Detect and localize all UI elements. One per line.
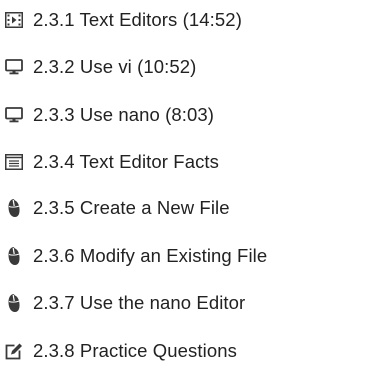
course-item-label: 2.3.5 Create a New File	[33, 197, 230, 218]
course-item-create-new-file[interactable]: 2.3.5 Create a New File	[0, 188, 383, 228]
quiz-icon	[4, 341, 24, 361]
course-item-modify-existing-file[interactable]: 2.3.6 Modify an Existing File	[0, 236, 383, 276]
mouse-icon	[4, 246, 24, 266]
course-item-use-nano-editor[interactable]: 2.3.7 Use the nano Editor	[0, 283, 383, 323]
course-item-label: 2.3.2 Use vi (10:52)	[33, 56, 197, 77]
course-item-use-nano[interactable]: 2.3.3 Use nano (8:03)	[0, 95, 383, 135]
course-item-label: 2.3.7 Use the nano Editor	[33, 292, 246, 313]
course-item-label: 2.3.1 Text Editors (14:52)	[33, 9, 242, 30]
course-item-label: 2.3.3 Use nano (8:03)	[33, 104, 215, 125]
course-item-label: 2.3.6 Modify an Existing File	[33, 245, 268, 266]
course-section-list: 2.3.1 Text Editors (14:52) 2.3.2 Use vi …	[0, 0, 383, 377]
mouse-icon	[4, 293, 24, 313]
course-item-text-editors[interactable]: 2.3.1 Text Editors (14:52)	[0, 0, 383, 40]
course-item-use-vi[interactable]: 2.3.2 Use vi (10:52)	[0, 47, 383, 87]
monitor-icon	[4, 57, 24, 77]
document-icon	[4, 152, 24, 172]
course-item-practice-questions[interactable]: 2.3.8 Practice Questions	[0, 331, 383, 371]
video-icon	[4, 10, 24, 30]
monitor-icon	[4, 105, 24, 125]
mouse-icon	[4, 198, 24, 218]
course-item-label: 2.3.8 Practice Questions	[33, 340, 237, 361]
course-item-text-editor-facts[interactable]: 2.3.4 Text Editor Facts	[0, 142, 383, 182]
course-item-label: 2.3.4 Text Editor Facts	[33, 151, 220, 172]
